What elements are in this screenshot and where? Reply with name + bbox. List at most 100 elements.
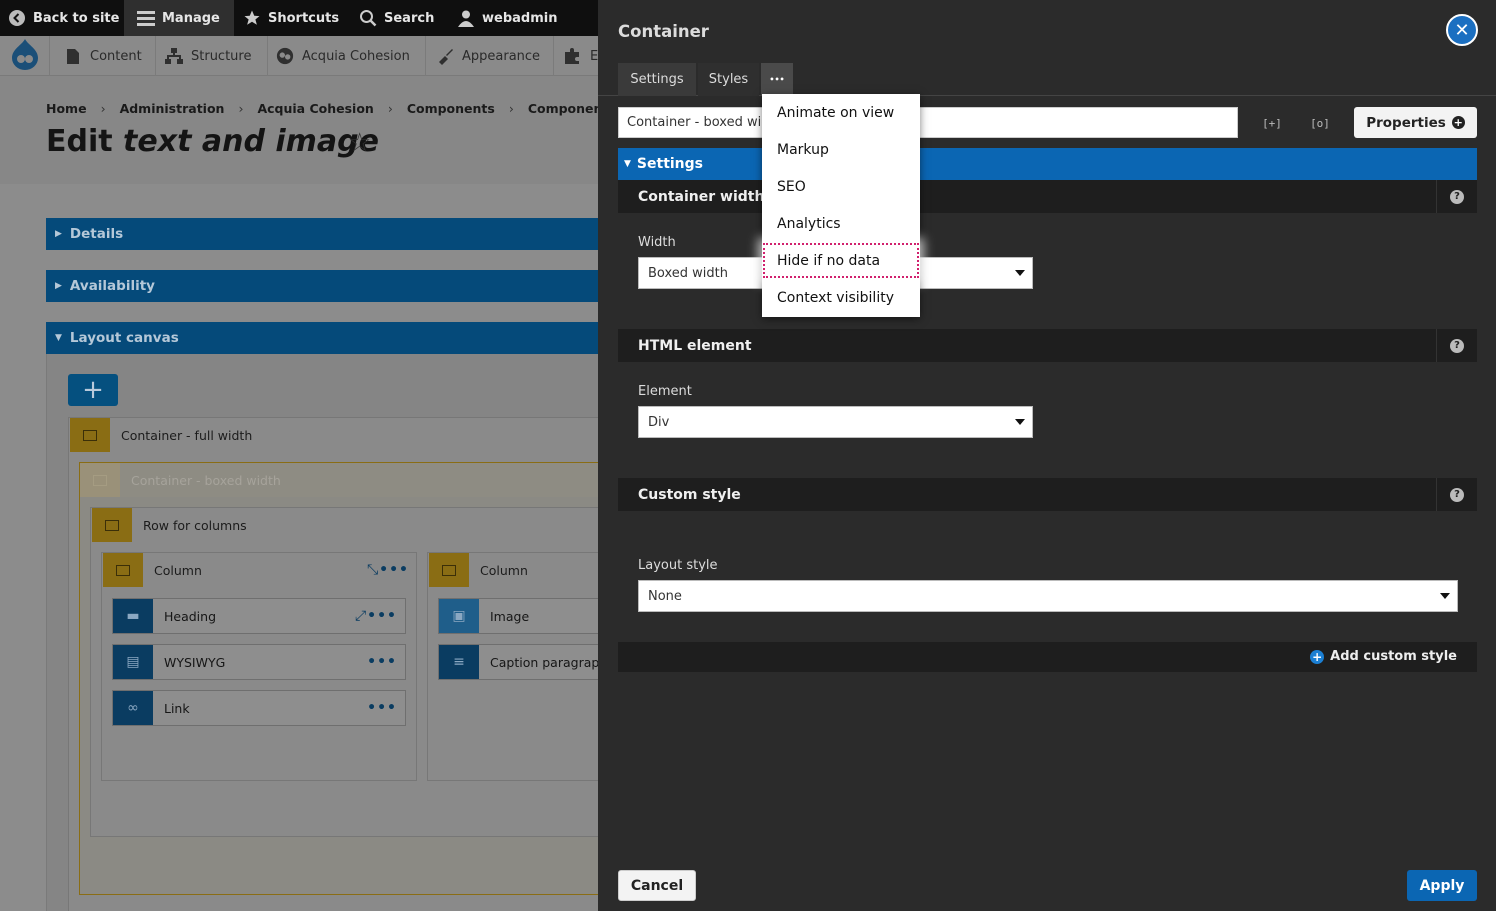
tab-settings[interactable]: Settings bbox=[618, 63, 696, 96]
tray-item-acquia-cohesion[interactable]: Acquia Cohesion bbox=[268, 36, 426, 76]
properties-button[interactable]: Properties + bbox=[1354, 107, 1477, 138]
menu-item-animate-on-view[interactable]: Animate on view bbox=[762, 94, 920, 131]
component-label: Column bbox=[480, 562, 528, 578]
component-label: Column bbox=[154, 562, 202, 578]
element-select[interactable]: Div bbox=[638, 406, 1033, 438]
tray-item-label: Structure bbox=[191, 48, 252, 64]
expand-all-icon[interactable]: [+] bbox=[1259, 110, 1285, 136]
section-title: Custom style bbox=[638, 486, 741, 503]
main-content: ▶ Details ▶ Availability ▼ Layout canvas + … bbox=[0, 184, 604, 911]
chevron-left-icon bbox=[8, 9, 26, 27]
element-link[interactable]: ∞ Link ••• bbox=[112, 690, 406, 726]
column-left[interactable]: Column ⤡ ••• ▬ Heading ⤢ ••• ▤ WYSIWYG •… bbox=[101, 552, 417, 781]
menu-item-seo[interactable]: SEO bbox=[762, 168, 920, 205]
column-icon bbox=[429, 553, 469, 587]
menu-item-hide-if-no-data[interactable]: Hide if no data bbox=[762, 242, 920, 279]
element-caption-paragraph[interactable]: ≡ Caption paragraph bbox=[438, 644, 604, 680]
help-button[interactable]: ? bbox=[1436, 478, 1477, 511]
expand-icon[interactable]: ⤢ bbox=[355, 608, 366, 624]
section-title: Container width bbox=[638, 188, 765, 205]
element-wysiwyg[interactable]: ▤ WYSIWYG ••• bbox=[112, 644, 406, 680]
shortcuts-label: Shortcuts bbox=[268, 10, 340, 26]
manage-tab[interactable]: Manage bbox=[124, 0, 234, 36]
plus-circle-icon: + bbox=[1451, 116, 1465, 129]
drupal-logo[interactable] bbox=[0, 36, 50, 76]
close-button[interactable]: ✕ bbox=[1446, 14, 1478, 46]
apply-button[interactable]: Apply bbox=[1407, 870, 1477, 901]
breadcrumb-link[interactable]: Home bbox=[46, 101, 87, 116]
row-icon bbox=[92, 508, 132, 542]
tray-item-content[interactable]: Content bbox=[50, 36, 156, 76]
breadcrumb-link[interactable]: Acquia Cohesion bbox=[257, 101, 373, 116]
cancel-button[interactable]: Cancel bbox=[618, 870, 696, 901]
help-button[interactable]: ? bbox=[1436, 329, 1477, 362]
select-value: None bbox=[648, 588, 682, 604]
more-options-icon[interactable]: ••• bbox=[367, 700, 397, 716]
container-boxed-width[interactable]: Container - boxed width Row for columns … bbox=[79, 462, 604, 895]
element-heading[interactable]: ▬ Heading ⤢ ••• bbox=[112, 598, 406, 634]
more-options-icon[interactable]: ••• bbox=[367, 654, 397, 670]
component-label: Container - full width bbox=[121, 427, 253, 443]
column-right[interactable]: Column ▣ Image ≡ Caption paragraph bbox=[427, 552, 604, 781]
more-options-menu: Animate on view Markup SEO Analytics Hid… bbox=[762, 94, 920, 317]
container-settings-dialog: Container ✕ Settings Styles ••• [+] [o] … bbox=[598, 0, 1496, 911]
caret-down-icon: ▼ bbox=[55, 333, 62, 343]
element-image[interactable]: ▣ Image bbox=[438, 598, 604, 634]
caret-down-icon: ▼ bbox=[624, 159, 631, 169]
inspect-icon[interactable]: [o] bbox=[1307, 110, 1333, 136]
user-icon bbox=[457, 9, 475, 27]
search-icon bbox=[359, 9, 377, 27]
shortcuts-tab[interactable]: Shortcuts bbox=[243, 0, 339, 36]
shortcut-star-icon[interactable]: ☆ bbox=[348, 128, 371, 158]
ellipsis-icon: ••• bbox=[769, 75, 785, 84]
menu-item-context-visibility[interactable]: Context visibility bbox=[762, 279, 920, 316]
search-tab[interactable]: Search bbox=[359, 0, 434, 36]
menu-item-analytics[interactable]: Analytics bbox=[762, 205, 920, 242]
row-for-columns[interactable]: Row for columns Column ⤡ ••• ▬ Heading ⤢… bbox=[90, 507, 604, 837]
component-name-input[interactable] bbox=[618, 107, 1238, 138]
add-custom-style-button[interactable]: + Add custom style bbox=[1310, 649, 1457, 664]
tab-more-options[interactable]: ••• bbox=[761, 63, 793, 96]
breadcrumb-link[interactable]: Components bbox=[407, 101, 495, 116]
dropdown-arrow-icon bbox=[1440, 593, 1450, 599]
select-value: Div bbox=[648, 414, 670, 430]
help-button[interactable]: ? bbox=[1436, 180, 1477, 213]
layout-canvas-accordion[interactable]: ▼ Layout canvas bbox=[46, 322, 598, 354]
section-title: HTML element bbox=[638, 337, 752, 354]
heading-icon: ▬ bbox=[113, 599, 153, 633]
more-options-icon[interactable]: ••• bbox=[367, 608, 397, 624]
cohesion-icon bbox=[276, 47, 294, 65]
accordion-label: Layout canvas bbox=[69, 330, 179, 346]
tab-styles[interactable]: Styles bbox=[698, 63, 759, 96]
properties-label: Properties bbox=[1366, 114, 1446, 131]
back-to-site-link[interactable]: Back to site bbox=[8, 0, 119, 36]
breadcrumb-link[interactable]: Administration bbox=[120, 101, 225, 116]
breadcrumb: Home › Administration › Acquia Cohesion › C… bbox=[46, 101, 616, 116]
element-label: Caption paragraph bbox=[490, 654, 604, 670]
file-icon bbox=[64, 47, 82, 65]
user-tab[interactable]: webadmin bbox=[457, 0, 557, 36]
more-options-icon[interactable]: ••• bbox=[379, 562, 409, 578]
container-full-width[interactable]: Container - full width Container - boxed… bbox=[68, 417, 604, 911]
collapse-icon[interactable]: ⤡ bbox=[367, 562, 378, 578]
container-icon bbox=[80, 463, 120, 497]
admin-toolbar: Back to site Manage Shortcuts Search web… bbox=[0, 0, 598, 36]
admin-tray: Content Structure Acquia Cohesion Appear… bbox=[0, 36, 598, 76]
add-component-button[interactable]: + bbox=[68, 374, 118, 406]
dropdown-arrow-icon bbox=[1015, 270, 1025, 276]
layout-style-label: Layout style bbox=[638, 558, 718, 573]
component-label: Container - boxed width bbox=[131, 472, 281, 488]
element-label: Image bbox=[490, 608, 530, 624]
tray-item-structure[interactable]: Structure bbox=[156, 36, 268, 76]
search-label: Search bbox=[384, 10, 435, 26]
page-header: Home › Administration › Acquia Cohesion › C… bbox=[0, 76, 616, 184]
details-accordion[interactable]: ▶ Details bbox=[46, 218, 598, 250]
tray-item-extend[interactable]: E bbox=[554, 36, 598, 76]
settings-band[interactable]: ▼ Settings bbox=[618, 148, 1477, 180]
accordion-label: Details bbox=[69, 226, 124, 242]
menu-item-markup[interactable]: Markup bbox=[762, 131, 920, 168]
availability-accordion[interactable]: ▶ Availability bbox=[46, 270, 598, 302]
tray-item-appearance[interactable]: Appearance bbox=[426, 36, 554, 76]
layout-style-select[interactable]: None bbox=[638, 580, 1458, 612]
accordion-label: Availability bbox=[69, 278, 155, 294]
